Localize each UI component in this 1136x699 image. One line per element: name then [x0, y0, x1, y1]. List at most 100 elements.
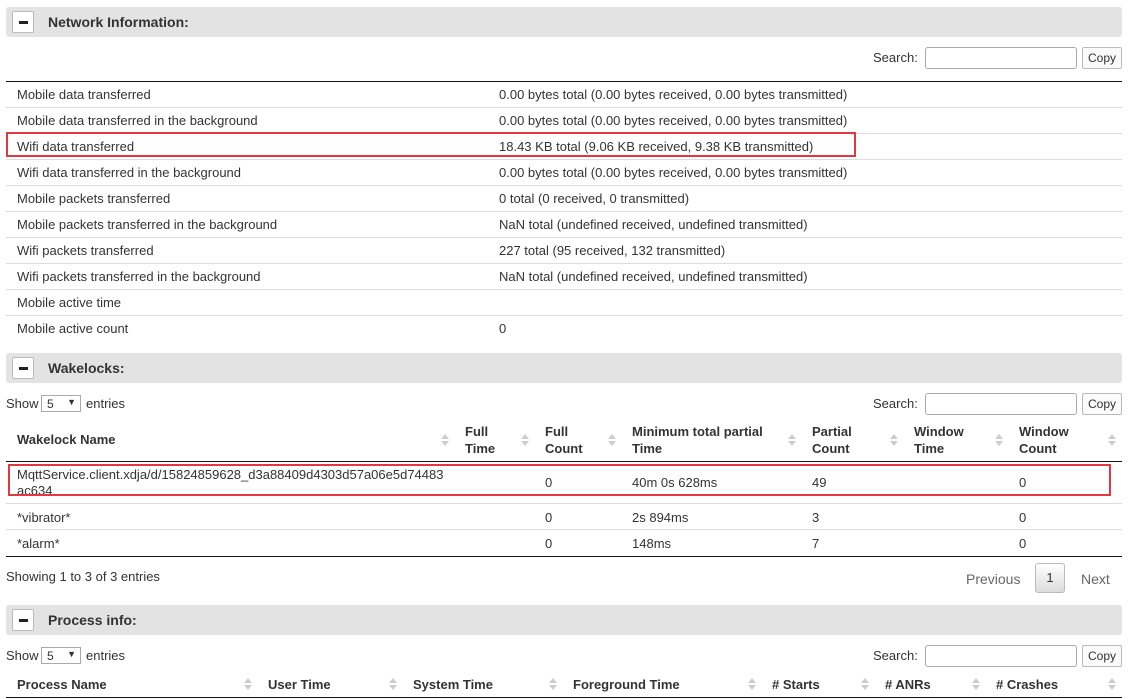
- table-row: Wifi packets transferred in the backgrou…: [6, 264, 1122, 290]
- column-header-anrs[interactable]: # ANRs: [885, 676, 931, 693]
- sort-icon[interactable]: [521, 434, 529, 446]
- network-row-value: 0.00 bytes total (0.00 bytes received, 0…: [499, 87, 848, 102]
- process-entries-label: entries: [86, 648, 126, 663]
- column-header-process-name[interactable]: Process Name: [17, 676, 107, 693]
- wakelocks-show-select[interactable]: 5 ▼: [41, 395, 81, 412]
- process-header-border: [6, 697, 1122, 698]
- mqtt-row-highlight: [8, 464, 1111, 496]
- network-copy-button[interactable]: Copy: [1082, 47, 1122, 69]
- column-header-user-time[interactable]: User Time: [268, 676, 331, 693]
- column-header-min-partial-time[interactable]: Minimum total partial Time: [632, 423, 782, 457]
- network-row-value: 0 total (0 received, 0 transmitted): [499, 191, 690, 206]
- collapse-network-button[interactable]: [12, 11, 34, 33]
- network-row-label: Wifi packets transferred: [17, 243, 154, 258]
- process-show-label: Show: [6, 648, 39, 663]
- process-section-title: Process info:: [48, 612, 137, 628]
- wakelocks-table-bottom-border: [6, 556, 1122, 557]
- sort-icon[interactable]: [995, 434, 1003, 446]
- wakelocks-show-label: Show: [6, 396, 39, 411]
- wakelock-name: *alarm*: [17, 536, 60, 551]
- wakelocks-show-value: 5: [47, 397, 54, 411]
- process-copy-button[interactable]: Copy: [1082, 645, 1122, 667]
- next-page-button[interactable]: Next: [1081, 571, 1110, 587]
- collapse-wakelocks-button[interactable]: [12, 357, 34, 379]
- column-header-window-count[interactable]: Window Count: [1019, 423, 1079, 457]
- column-header-starts[interactable]: # Starts: [772, 676, 820, 693]
- table-row: *alarm* 0 148ms 7 0: [6, 530, 1122, 556]
- column-header-full-count[interactable]: Full Count: [545, 423, 595, 457]
- dropdown-arrow-icon: ▼: [67, 649, 76, 659]
- wakelock-full-count: 0: [545, 536, 553, 551]
- process-search-input[interactable]: [925, 645, 1077, 667]
- column-header-foreground-time[interactable]: Foreground Time: [573, 676, 680, 693]
- sort-icon[interactable]: [788, 434, 796, 446]
- sort-icon[interactable]: [1108, 678, 1116, 690]
- wakelock-min-partial-time: 148ms: [632, 536, 672, 551]
- column-header-window-time[interactable]: Window Time: [914, 423, 974, 457]
- network-row-value: NaN total (undefined received, undefined…: [499, 217, 808, 232]
- table-row: Mobile packets transferred 0 total (0 re…: [6, 186, 1122, 212]
- wifi-row-highlight: [6, 132, 856, 157]
- wakelocks-copy-button[interactable]: Copy: [1082, 393, 1122, 415]
- table-row: Mobile data transferred in the backgroun…: [6, 108, 1122, 134]
- network-section-header: Network Information:: [6, 7, 1122, 37]
- sort-icon[interactable]: [244, 678, 252, 690]
- process-show-select[interactable]: 5 ▼: [41, 647, 81, 664]
- table-row: Wifi packets transferred 227 total (95 r…: [6, 238, 1122, 264]
- sort-icon[interactable]: [441, 434, 449, 446]
- sort-icon[interactable]: [1108, 434, 1116, 446]
- network-row-label: Mobile active count: [17, 321, 129, 336]
- wakelock-window-count: 0: [1019, 510, 1027, 525]
- wakelock-full-count: 0: [545, 510, 553, 525]
- network-row-value: 227 total (95 received, 132 transmitted): [499, 243, 726, 258]
- network-row-label: Mobile packets transferred: [17, 191, 171, 206]
- network-row-value: NaN total (undefined received, undefined…: [499, 269, 808, 284]
- sort-icon[interactable]: [890, 434, 898, 446]
- wakelocks-entries-label: entries: [86, 396, 126, 411]
- process-section-header: Process info:: [6, 605, 1122, 635]
- sort-icon[interactable]: [608, 434, 616, 446]
- column-header-partial-count[interactable]: Partial Count: [812, 423, 872, 457]
- table-row: Mobile active time: [6, 290, 1122, 316]
- wakelocks-table-info: Showing 1 to 3 of 3 entries: [6, 569, 160, 584]
- wakelock-min-partial-time: 2s 894ms: [632, 510, 689, 525]
- wakelocks-search-input[interactable]: [925, 393, 1077, 415]
- wakelock-partial-count: 3: [812, 510, 820, 525]
- network-search-label: Search:: [873, 50, 918, 65]
- wakelocks-search-label: Search:: [873, 396, 918, 411]
- process-show-value: 5: [47, 649, 54, 663]
- sort-icon[interactable]: [861, 678, 869, 690]
- column-header-system-time[interactable]: System Time: [413, 676, 493, 693]
- table-row: Mobile packets transferred in the backgr…: [6, 212, 1122, 238]
- sort-icon[interactable]: [748, 678, 756, 690]
- page-1-button[interactable]: 1: [1035, 563, 1065, 593]
- table-row: Mobile active count 0: [6, 316, 1122, 342]
- table-row: Mobile data transferred 0.00 bytes total…: [6, 82, 1122, 108]
- network-row-label: Mobile active time: [17, 295, 122, 310]
- wakelocks-section-title: Wakelocks:: [48, 360, 125, 376]
- process-search-label: Search:: [873, 648, 918, 663]
- wakelock-partial-count: 7: [812, 536, 820, 551]
- previous-page-button[interactable]: Previous: [966, 571, 1020, 587]
- network-section-title: Network Information:: [48, 14, 189, 30]
- wakelocks-section-header: Wakelocks:: [6, 353, 1122, 383]
- wakelock-window-count: 0: [1019, 536, 1027, 551]
- wakelock-name: *vibrator*: [17, 510, 71, 525]
- network-row-value: 0.00 bytes total (0.00 bytes received, 0…: [499, 113, 848, 128]
- dropdown-arrow-icon: ▼: [67, 397, 76, 407]
- collapse-process-button[interactable]: [12, 609, 34, 631]
- network-search-input[interactable]: [925, 47, 1077, 69]
- network-row-label: Wifi data transferred in the background: [17, 165, 242, 180]
- column-header-wakelock-name[interactable]: Wakelock Name: [17, 431, 116, 448]
- column-header-crashes[interactable]: # Crashes: [996, 676, 1058, 693]
- network-row-label: Mobile data transferred in the backgroun…: [17, 113, 258, 128]
- network-row-label: Wifi packets transferred in the backgrou…: [17, 269, 261, 284]
- sort-icon[interactable]: [389, 678, 397, 690]
- network-row-value: 0.00 bytes total (0.00 bytes received, 0…: [499, 165, 848, 180]
- table-row: Wifi data transferred in the background …: [6, 160, 1122, 186]
- network-row-value: 0: [499, 321, 507, 336]
- column-header-full-time[interactable]: Full Time: [465, 423, 515, 457]
- table-row: *vibrator* 0 2s 894ms 3 0: [6, 504, 1122, 530]
- sort-icon[interactable]: [549, 678, 557, 690]
- sort-icon[interactable]: [972, 678, 980, 690]
